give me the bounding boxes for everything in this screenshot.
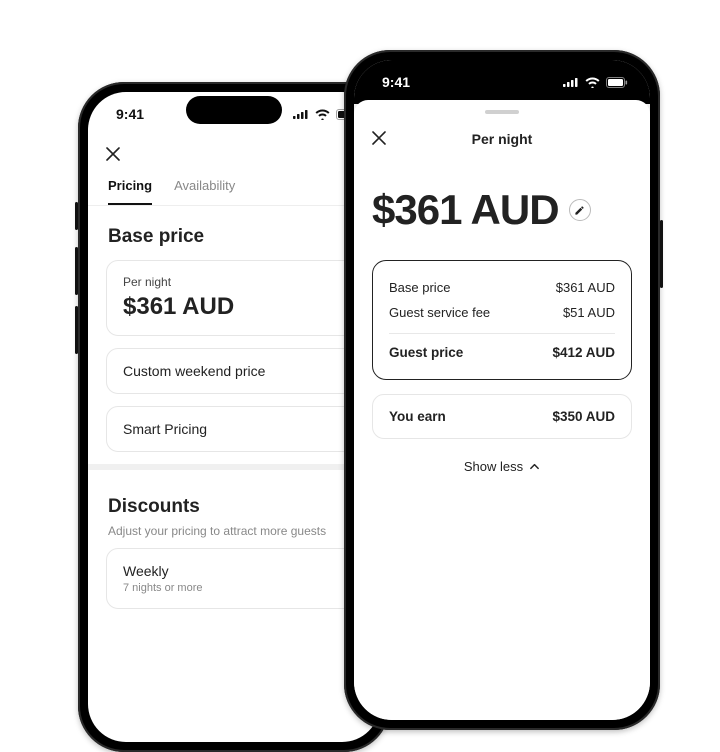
discounts-subtitle: Adjust your pricing to attract more gues… bbox=[88, 524, 380, 548]
weekly-sub: 7 nights or more bbox=[123, 582, 345, 594]
guest-price-value: $412 AUD bbox=[552, 345, 615, 360]
battery-icon bbox=[606, 77, 628, 88]
you-earn-label: You earn bbox=[389, 409, 446, 424]
smart-pricing-label: Smart Pricing bbox=[123, 421, 345, 437]
signal-icon bbox=[293, 109, 309, 119]
status-bar: 9:41 bbox=[354, 60, 650, 104]
service-fee-label: Guest service fee bbox=[389, 305, 490, 320]
tab-pricing[interactable]: Pricing bbox=[108, 178, 152, 205]
close-icon bbox=[372, 131, 386, 145]
close-button[interactable] bbox=[106, 146, 120, 164]
discounts-heading: Discounts bbox=[88, 476, 380, 530]
smart-pricing-card[interactable]: Smart Pricing bbox=[106, 406, 362, 452]
show-less-button[interactable]: Show less bbox=[354, 455, 650, 494]
guest-price-label: Guest price bbox=[389, 345, 463, 360]
weekly-discount-card[interactable]: Weekly 7 nights or more bbox=[106, 548, 362, 609]
chevron-up-icon bbox=[529, 461, 540, 472]
custom-weekend-label: Custom weekend price bbox=[123, 363, 345, 379]
sheet-grabber[interactable] bbox=[485, 110, 519, 114]
custom-weekend-card[interactable]: Custom weekend price bbox=[106, 348, 362, 394]
per-night-label: Per night bbox=[123, 275, 345, 289]
wifi-icon bbox=[315, 109, 330, 120]
tab-availability[interactable]: Availability bbox=[174, 178, 235, 205]
per-night-card[interactable]: Per night $361 AUD bbox=[106, 260, 362, 336]
phone-right: 9:41 Per night $361 AUD bbox=[344, 50, 660, 730]
status-time: 9:41 bbox=[382, 74, 410, 90]
sheet: Per night $361 AUD Base price $361 AUD G… bbox=[354, 100, 650, 720]
sheet-title: Per night bbox=[354, 131, 650, 147]
weekly-label: Weekly bbox=[123, 563, 345, 579]
pencil-icon bbox=[574, 205, 585, 216]
signal-icon bbox=[563, 77, 579, 87]
show-less-label: Show less bbox=[464, 459, 523, 474]
base-price-label: Base price bbox=[389, 280, 450, 295]
status-time: 9:41 bbox=[116, 106, 144, 122]
wifi-icon bbox=[585, 77, 600, 88]
per-night-value: $361 AUD bbox=[123, 293, 345, 321]
status-icons bbox=[563, 77, 628, 88]
base-price-value: $361 AUD bbox=[556, 280, 615, 295]
service-fee-value: $51 AUD bbox=[563, 305, 615, 320]
base-price-heading: Base price bbox=[88, 206, 380, 260]
you-earn-card: You earn $350 AUD bbox=[372, 394, 632, 439]
tabs: Pricing Availability bbox=[88, 172, 380, 206]
edit-price-button[interactable] bbox=[569, 199, 591, 221]
you-earn-value: $350 AUD bbox=[552, 409, 615, 424]
close-button[interactable] bbox=[372, 130, 386, 148]
price-breakdown: Base price $361 AUD Guest service fee $5… bbox=[372, 260, 632, 380]
big-price: $361 AUD bbox=[372, 186, 559, 234]
dynamic-island bbox=[186, 96, 282, 124]
close-icon bbox=[106, 147, 120, 161]
section-divider bbox=[88, 464, 380, 470]
